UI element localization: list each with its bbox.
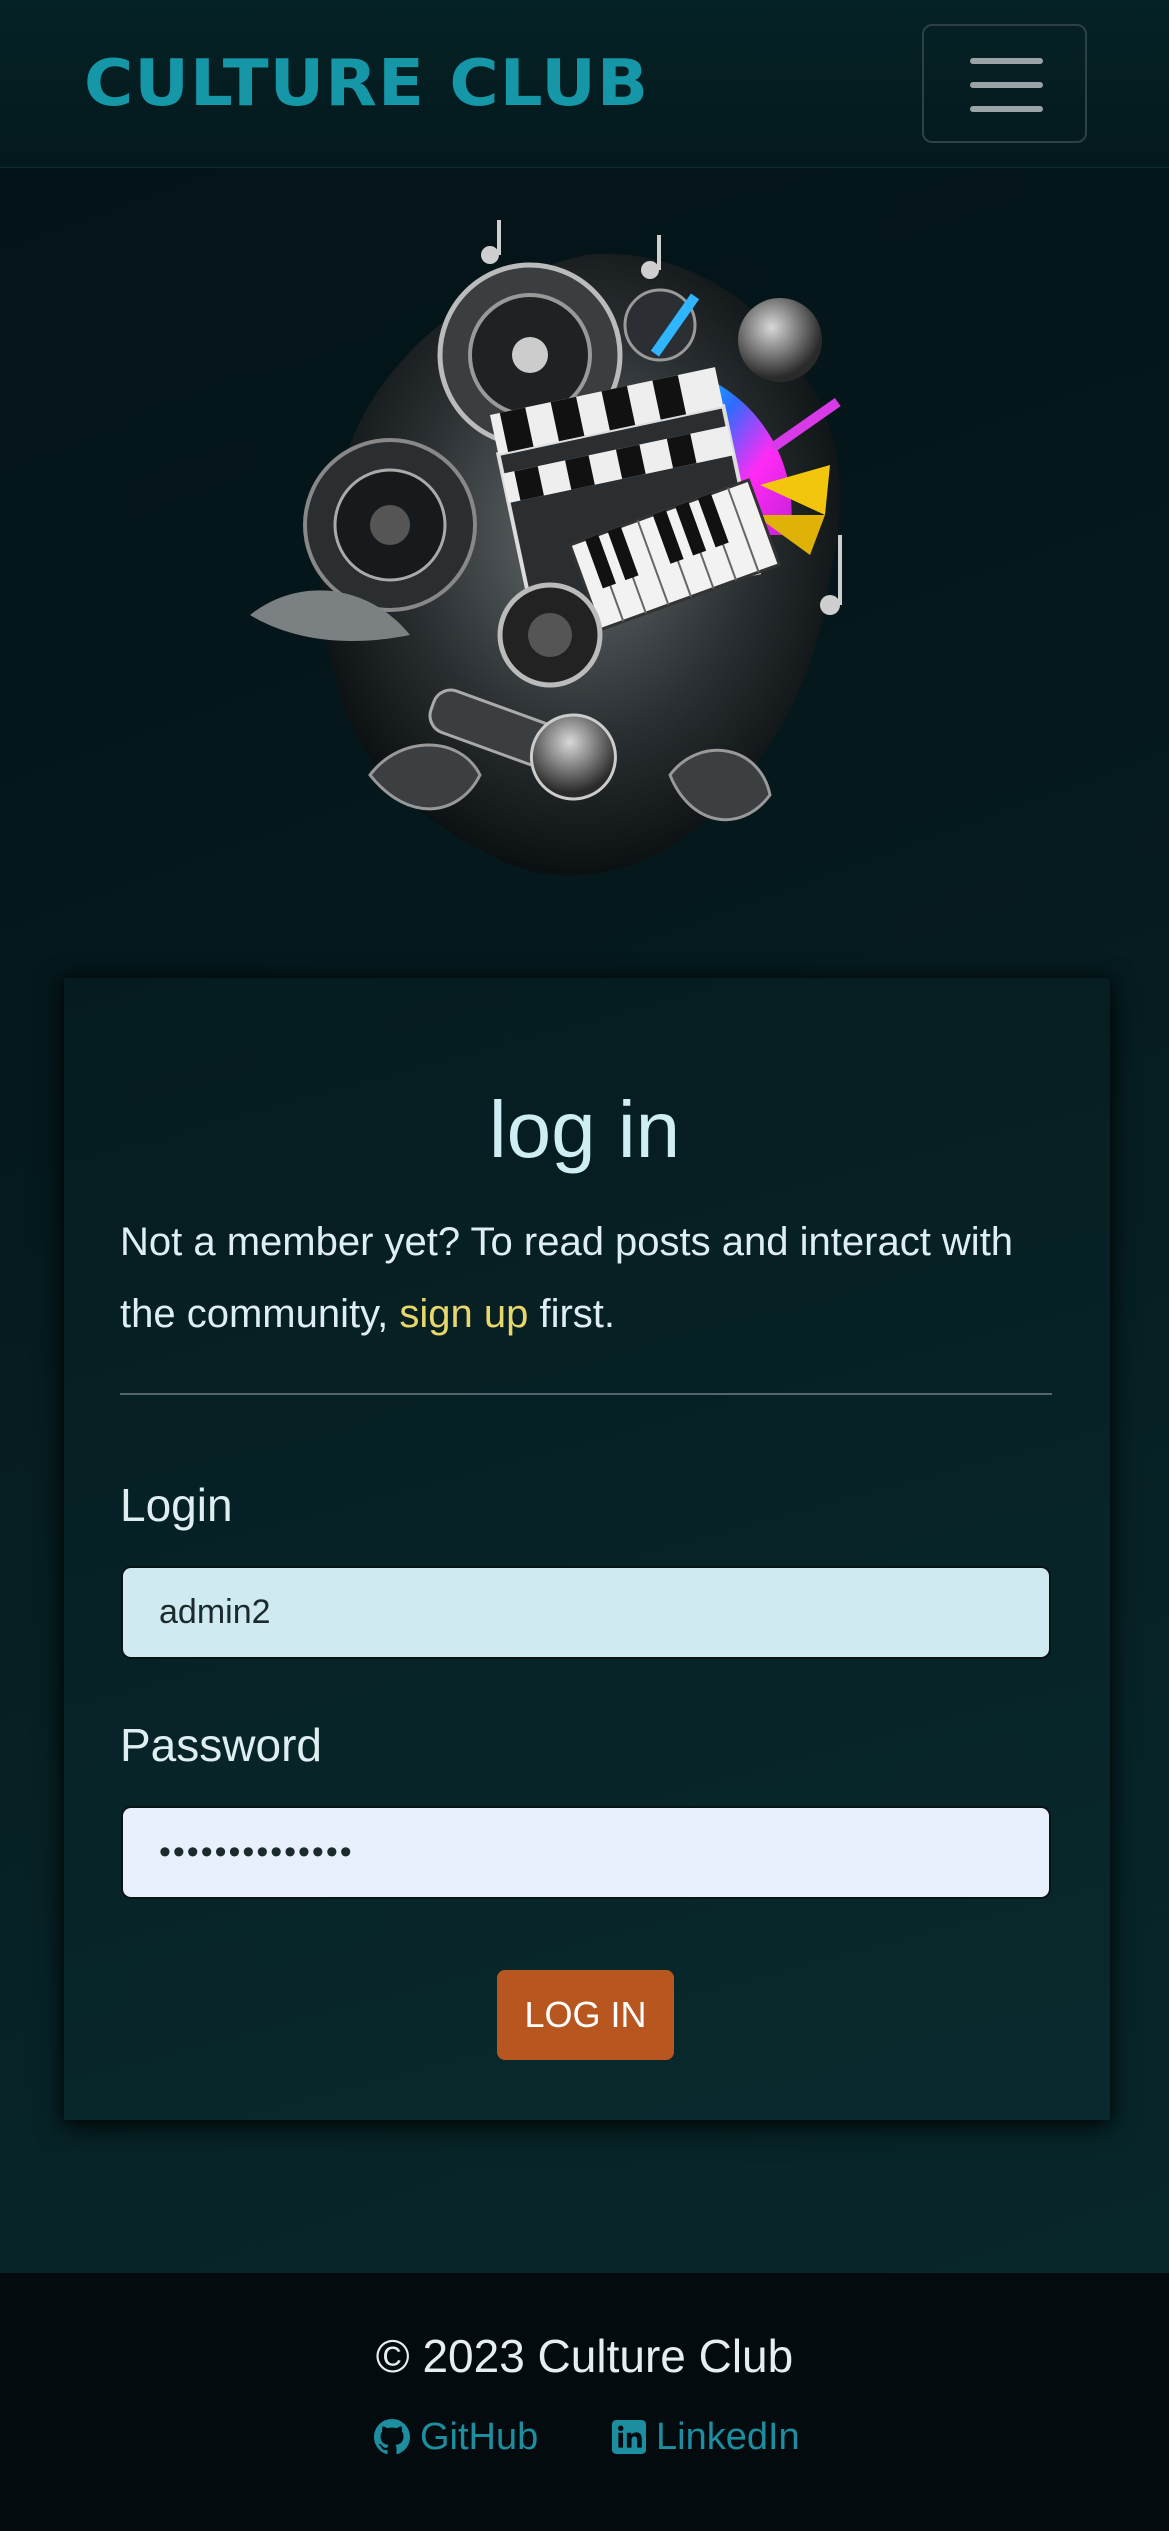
page: CULTURE CLUB log in Not a member yet? To… — [0, 0, 1169, 2531]
login-input[interactable] — [121, 1566, 1051, 1659]
login-label: Login — [120, 1479, 233, 1531]
page-title: log in — [488, 1085, 681, 1174]
linkedin-link[interactable]: LinkedIn — [612, 2412, 800, 2462]
footer — [0, 2273, 1169, 2531]
github-link[interactable]: GitHub — [374, 2412, 538, 2462]
menu-toggle-button[interactable] — [922, 24, 1087, 143]
copyright-text: © 2023 Culture Club — [375, 2330, 794, 2382]
password-label: Password — [120, 1719, 322, 1771]
log-in-button[interactable]: LOG IN — [497, 1970, 674, 2060]
password-input[interactable] — [121, 1806, 1051, 1899]
culture-collage-image — [250, 220, 842, 876]
divider — [120, 1393, 1052, 1395]
intro-text: Not a member yet? To read posts and inte… — [120, 1206, 1060, 1350]
linkedin-label: LinkedIn — [656, 2415, 800, 2458]
navbar: CULTURE CLUB — [0, 0, 1169, 168]
intro-text-suffix: first. — [539, 1292, 616, 1336]
linkedin-icon — [612, 2420, 646, 2454]
github-label: GitHub — [420, 2415, 539, 2458]
sign-up-link[interactable]: sign up — [399, 1292, 528, 1336]
github-icon — [374, 2419, 410, 2455]
brand-logo[interactable]: CULTURE CLUB — [84, 44, 649, 124]
